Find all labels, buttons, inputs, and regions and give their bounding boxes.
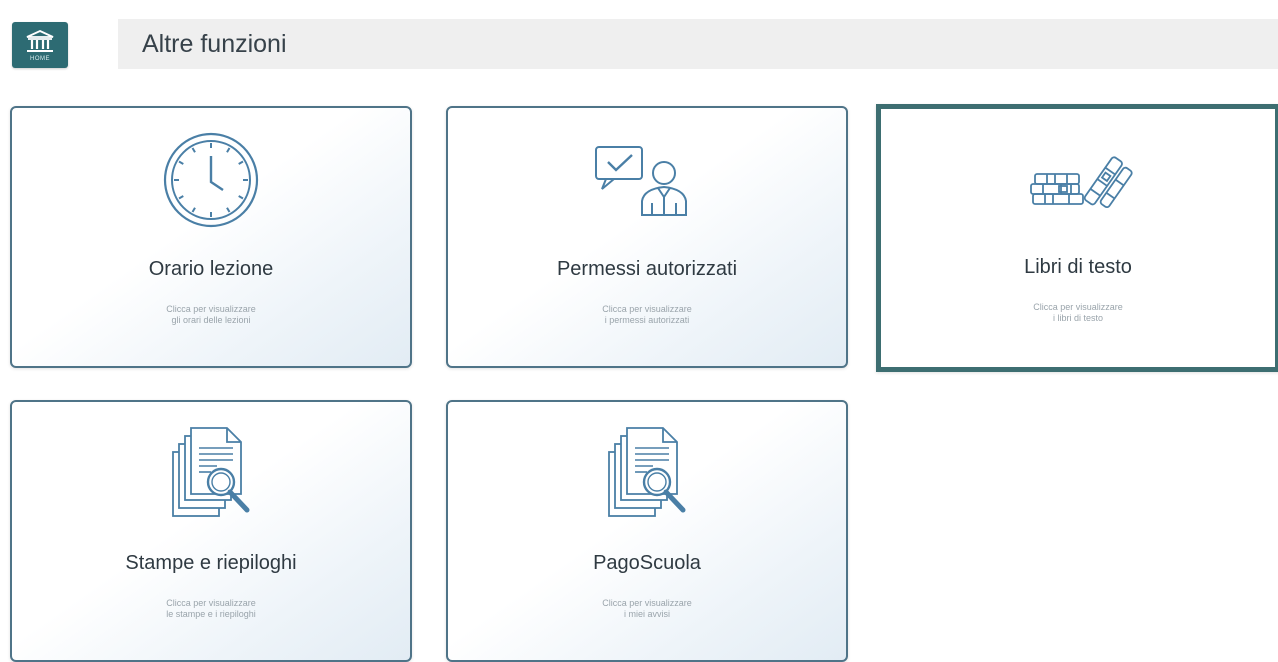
card-title: Stampe e riepiloghi bbox=[125, 552, 297, 574]
home-button[interactable]: HOME bbox=[12, 22, 68, 68]
card-description-line: Clicca per visualizzare bbox=[166, 598, 256, 608]
card-permessi-autorizzati[interactable]: Permessi autorizzati Clicca per visualiz… bbox=[446, 106, 848, 368]
documents-search-icon bbox=[151, 424, 271, 524]
card-stampe-e-riepiloghi[interactable]: Stampe e riepiloghi Clicca per visualizz… bbox=[10, 400, 412, 662]
card-description: Clicca per visualizzare i libri di testo bbox=[881, 302, 1275, 324]
card-description-line: Clicca per visualizzare bbox=[1033, 302, 1123, 312]
card-description-line: Clicca per visualizzare bbox=[602, 304, 692, 314]
page-title: Altre funzioni bbox=[142, 29, 287, 58]
books-icon bbox=[1018, 128, 1138, 228]
card-orario-lezione[interactable]: Orario lezione Clicca per visualizzare g… bbox=[10, 106, 412, 368]
card-description-line: le stampe e i riepiloghi bbox=[166, 609, 256, 619]
bank-icon bbox=[26, 29, 54, 52]
card-title: Permessi autorizzati bbox=[556, 258, 738, 280]
card-description: Clicca per visualizzare i miei avvisi bbox=[448, 598, 846, 620]
card-description-line: Clicca per visualizzare bbox=[602, 598, 692, 608]
page-header: Altre funzioni bbox=[118, 19, 1278, 69]
clock-icon bbox=[151, 130, 271, 230]
card-libri-di-testo[interactable]: Libri di testo Clicca per visualizzare i… bbox=[876, 104, 1278, 372]
card-title: Orario lezione bbox=[148, 258, 274, 280]
card-pagoscuola[interactable]: PagoScuola Clicca per visualizzare i mie… bbox=[446, 400, 848, 662]
card-title: Libri di testo bbox=[1024, 256, 1132, 278]
documents-search-icon bbox=[587, 424, 707, 524]
home-label: HOME bbox=[30, 55, 50, 62]
card-description-line: i miei avvisi bbox=[623, 609, 670, 619]
card-description-line: gli orari delle lezioni bbox=[171, 315, 251, 325]
card-title: PagoScuola bbox=[593, 552, 701, 574]
card-description: Clicca per visualizzare i permessi autor… bbox=[448, 304, 846, 326]
card-description-line: Clicca per visualizzare bbox=[166, 304, 256, 314]
approved-permission-icon bbox=[587, 130, 707, 230]
card-description: Clicca per visualizzare gli orari delle … bbox=[12, 304, 410, 326]
card-description-line: i permessi autorizzati bbox=[604, 315, 690, 325]
card-description-line: i libri di testo bbox=[1052, 313, 1104, 323]
card-description: Clicca per visualizzare le stampe e i ri… bbox=[12, 598, 410, 620]
